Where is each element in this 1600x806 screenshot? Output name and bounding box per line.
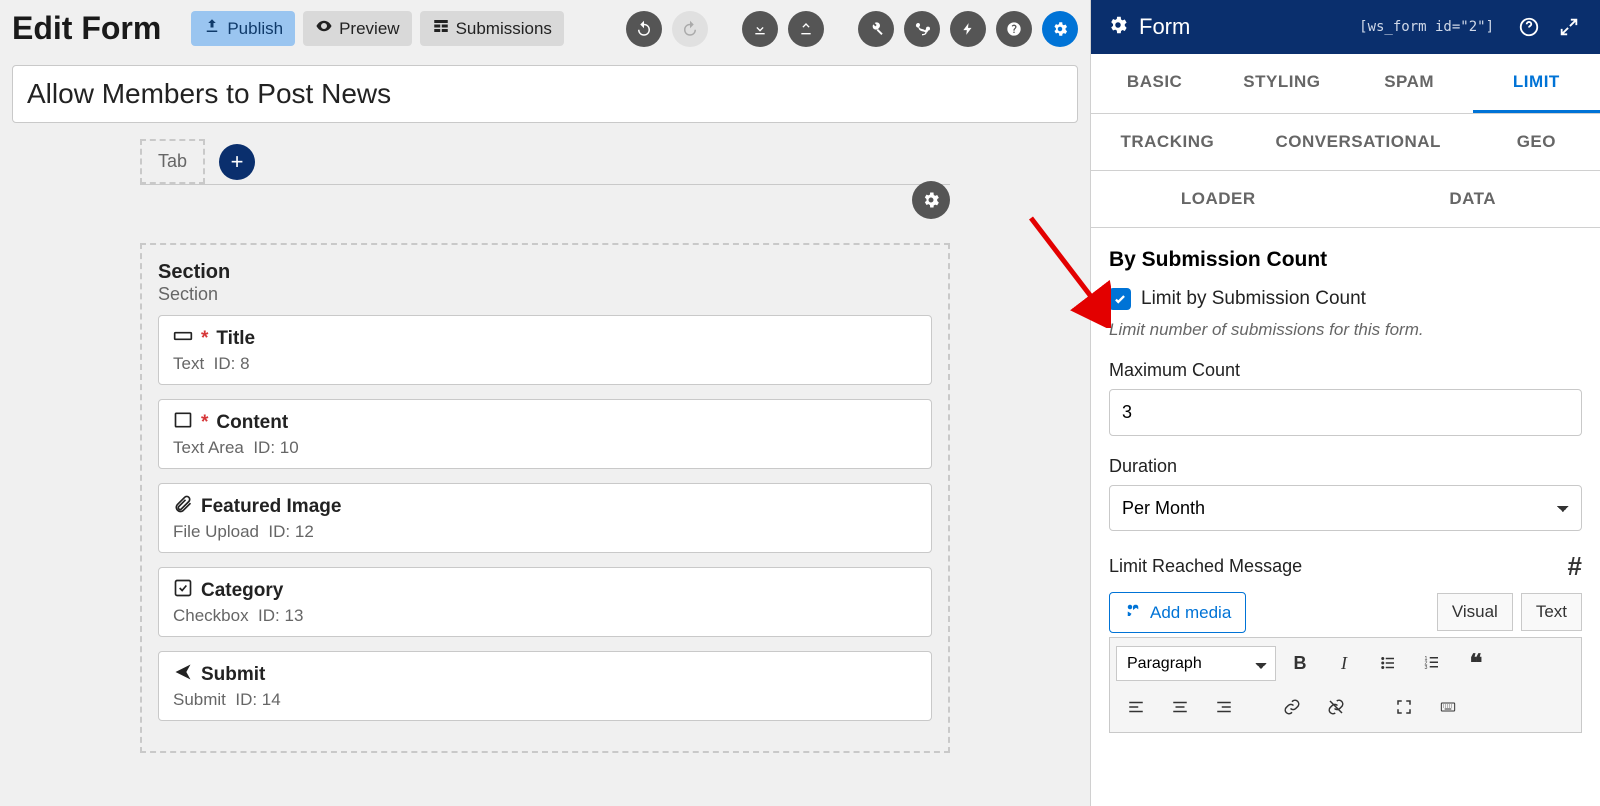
table-icon xyxy=(432,17,450,40)
tab-placeholder[interactable]: Tab xyxy=(140,139,205,184)
number-list-icon[interactable]: 123 xyxy=(1412,644,1452,682)
textarea-icon xyxy=(173,410,193,436)
field-card[interactable]: * Content Text Area ID: 10 xyxy=(158,399,932,469)
duration-label: Duration xyxy=(1109,456,1582,477)
settings-icon[interactable] xyxy=(1042,11,1078,47)
section-title: Section xyxy=(158,261,932,284)
field-card[interactable]: Submit Submit ID: 14 xyxy=(158,651,932,721)
field-meta: Text Area ID: 10 xyxy=(173,438,917,458)
tab-conversational[interactable]: CONVERSATIONAL xyxy=(1244,114,1473,170)
link-icon[interactable] xyxy=(1272,688,1312,726)
upload-icon xyxy=(203,17,221,40)
bullet-list-icon[interactable] xyxy=(1368,644,1408,682)
tab-styling[interactable]: STYLING xyxy=(1218,54,1345,113)
branch-icon[interactable] xyxy=(904,11,940,47)
undo-icon[interactable] xyxy=(626,11,662,47)
editor-tab-visual[interactable]: Visual xyxy=(1437,593,1513,631)
field-label: Content xyxy=(216,412,288,434)
section-subtitle: Section xyxy=(158,284,932,305)
field-meta: Text ID: 8 xyxy=(173,354,917,374)
help-icon[interactable] xyxy=(1514,12,1544,42)
submissions-button[interactable]: Submissions xyxy=(420,11,564,46)
bolt-icon[interactable] xyxy=(950,11,986,47)
publish-label: Publish xyxy=(227,19,283,39)
field-label: Category xyxy=(201,580,283,602)
plus-icon: + xyxy=(231,149,244,175)
eye-icon xyxy=(315,17,333,40)
media-icon xyxy=(1124,601,1142,624)
bold-icon[interactable]: B xyxy=(1280,644,1320,682)
shortcode-text: [ws_form id="2"] xyxy=(1359,19,1494,35)
clip-icon xyxy=(173,494,193,520)
gear-icon xyxy=(1107,14,1129,41)
limit-hint: Limit number of submissions for this for… xyxy=(1109,320,1582,340)
align-left-icon[interactable] xyxy=(1116,688,1156,726)
field-label: Title xyxy=(216,328,255,350)
tab-limit[interactable]: LIMIT xyxy=(1473,54,1600,113)
publish-button[interactable]: Publish xyxy=(191,11,295,46)
form-title-input[interactable] xyxy=(12,65,1078,123)
field-card[interactable]: Category Checkbox ID: 13 xyxy=(158,567,932,637)
max-count-label: Maximum Count xyxy=(1109,360,1582,381)
rte-format-select[interactable]: Paragraph xyxy=(1116,646,1276,681)
max-count-input[interactable] xyxy=(1109,389,1582,436)
add-tab-button[interactable]: + xyxy=(219,144,255,180)
required-marker: * xyxy=(201,328,208,350)
field-card[interactable]: * Title Text ID: 8 xyxy=(158,315,932,385)
tab-geo[interactable]: GEO xyxy=(1473,114,1600,170)
italic-icon[interactable]: I xyxy=(1324,644,1364,682)
side-panel-title: Form xyxy=(1139,14,1190,40)
field-label: Submit xyxy=(201,664,265,686)
import-icon[interactable] xyxy=(788,11,824,47)
tab-spam[interactable]: SPAM xyxy=(1346,54,1473,113)
add-media-label: Add media xyxy=(1150,603,1231,623)
section-settings-icon[interactable] xyxy=(912,181,950,219)
rte-toolbar: Paragraph B I 123 ❝ xyxy=(1109,637,1582,733)
download-icon[interactable] xyxy=(742,11,778,47)
field-meta: File Upload ID: 12 xyxy=(173,522,917,542)
tab-loader[interactable]: LOADER xyxy=(1091,171,1346,227)
add-media-button[interactable]: Add media xyxy=(1109,592,1246,633)
page-title: Edit Form xyxy=(12,10,161,47)
tab-basic[interactable]: BASIC xyxy=(1091,54,1218,113)
side-panel-header: Form [ws_form id="2"] xyxy=(1091,0,1600,54)
svg-text:3: 3 xyxy=(1425,665,1428,671)
redo-icon[interactable] xyxy=(672,11,708,47)
expand-icon[interactable] xyxy=(1554,12,1584,42)
fullscreen-icon[interactable] xyxy=(1384,688,1424,726)
align-center-icon[interactable] xyxy=(1160,688,1200,726)
field-meta: Submit ID: 14 xyxy=(173,690,917,710)
editor-tab-text[interactable]: Text xyxy=(1521,593,1582,631)
tools-icon[interactable] xyxy=(858,11,894,47)
text-icon xyxy=(173,326,193,352)
limit-checkbox-label: Limit by Submission Count xyxy=(1141,288,1366,310)
align-right-icon[interactable] xyxy=(1204,688,1244,726)
preview-button[interactable]: Preview xyxy=(303,11,411,46)
help-icon[interactable] xyxy=(996,11,1032,47)
preview-label: Preview xyxy=(339,19,399,39)
limit-checkbox[interactable] xyxy=(1109,288,1131,310)
tab-tracking[interactable]: TRACKING xyxy=(1091,114,1244,170)
field-label: Featured Image xyxy=(201,496,341,518)
form-section: Section Section * Title Text ID: 8 * Content… xyxy=(140,243,950,753)
message-label: Limit Reached Message xyxy=(1109,556,1302,577)
duration-select[interactable]: Per Month xyxy=(1109,485,1582,531)
tab-data[interactable]: DATA xyxy=(1346,171,1600,227)
limit-heading: By Submission Count xyxy=(1109,248,1582,272)
keyboard-icon[interactable] xyxy=(1428,688,1468,726)
hash-icon[interactable]: # xyxy=(1568,551,1582,582)
check-icon xyxy=(173,578,193,604)
field-meta: Checkbox ID: 13 xyxy=(173,606,917,626)
unlink-icon[interactable] xyxy=(1316,688,1356,726)
field-card[interactable]: Featured Image File Upload ID: 12 xyxy=(158,483,932,553)
quote-icon[interactable]: ❝ xyxy=(1456,644,1496,682)
required-marker: * xyxy=(201,412,208,434)
send-icon xyxy=(173,662,193,688)
submissions-label: Submissions xyxy=(456,19,552,39)
